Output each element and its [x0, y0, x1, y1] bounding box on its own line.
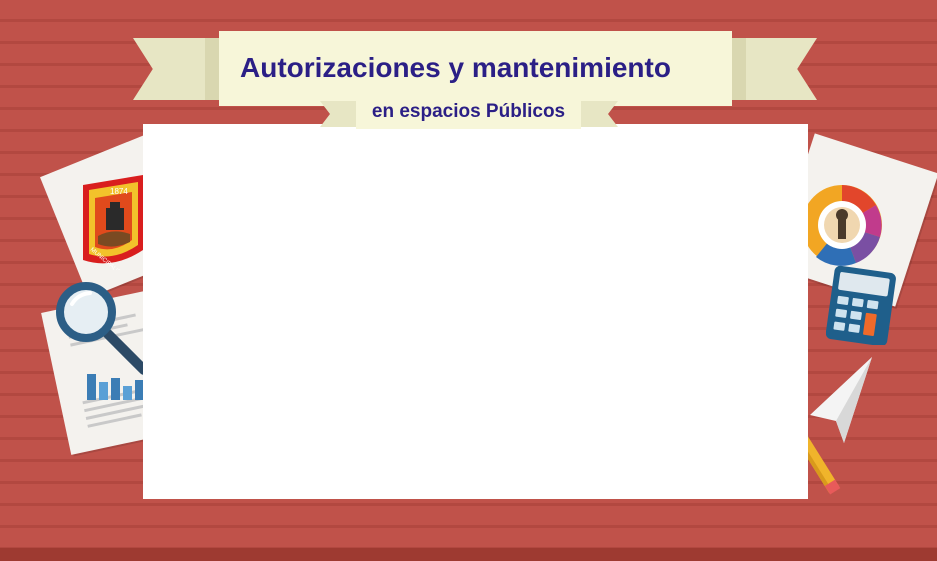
seal-year: 1874: [110, 187, 128, 196]
magnifying-glass-icon: [56, 282, 149, 375]
ribbon-fold-left: [205, 38, 219, 100]
calculator-icon: [826, 265, 896, 345]
desk-edge: [0, 548, 937, 561]
content-board: [143, 124, 808, 499]
municipal-seal-icon: 1874 MUNICIPALIDAD: [83, 175, 143, 270]
page-title: Autorizaciones y mantenimiento: [240, 52, 671, 83]
category-wheel-icon: [806, 185, 882, 266]
page-subtitle: en espacios Públicos: [371, 101, 566, 122]
